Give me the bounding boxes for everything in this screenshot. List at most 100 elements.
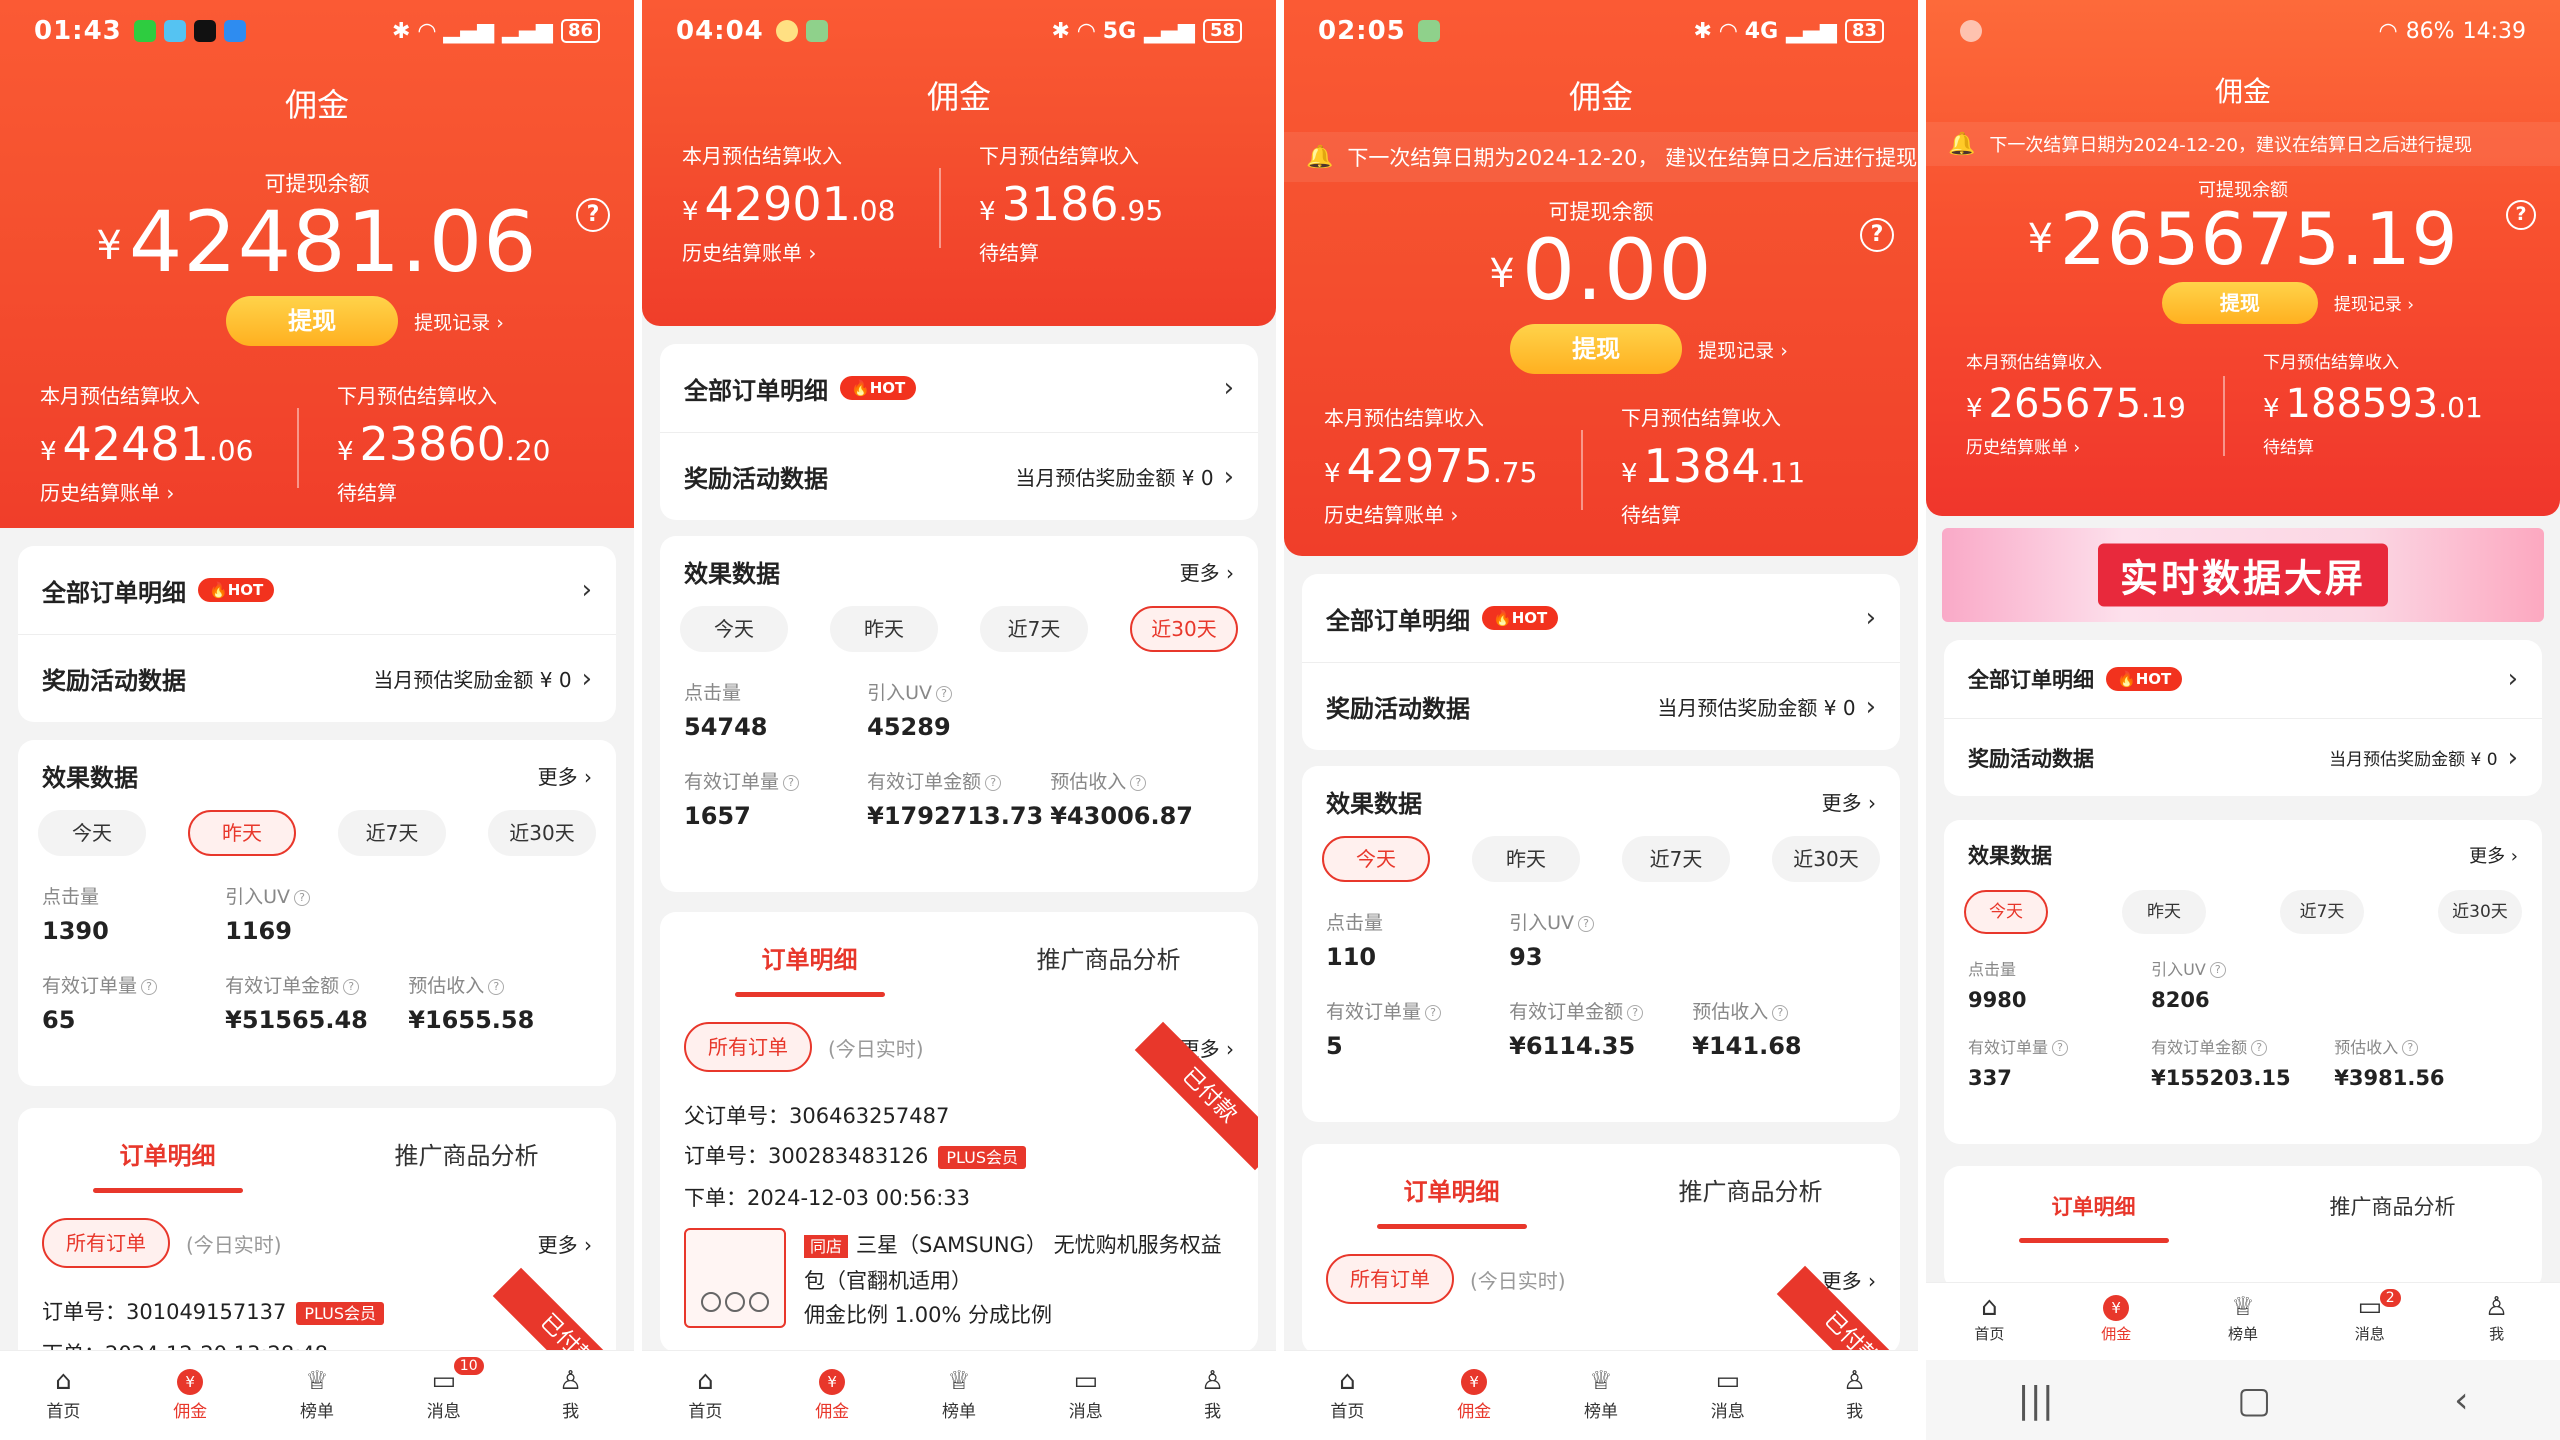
bell-icon: 🔔 bbox=[1948, 131, 1976, 157]
nav-me[interactable]: ♙ 我 bbox=[1149, 1351, 1276, 1440]
pill-today[interactable]: 今天 bbox=[1964, 890, 2048, 934]
nav-ranking[interactable]: ♕ 榜单 bbox=[254, 1351, 381, 1440]
signal-icon: 5G bbox=[1102, 18, 1137, 44]
nav-ranking[interactable]: ♕ 榜单 bbox=[1538, 1351, 1665, 1440]
all-orders-row[interactable]: 全部订单明细 🔥HOT › bbox=[660, 344, 1258, 432]
more-link[interactable]: 更多 › bbox=[1822, 1265, 1876, 1294]
home-circle-icon[interactable]: ▢ bbox=[2237, 1380, 2271, 1421]
tab-product-analysis[interactable]: 推广商品分析 bbox=[959, 940, 1258, 975]
pill-today[interactable]: 今天 bbox=[1322, 836, 1430, 882]
nav-me[interactable]: ♙ 我 bbox=[1791, 1351, 1918, 1440]
pill-7days[interactable]: 近7天 bbox=[338, 810, 446, 856]
nav-commission[interactable]: ¥ 佣金 bbox=[127, 1351, 254, 1440]
history-bill-link[interactable]: 历史结算账单 › bbox=[1966, 433, 2223, 458]
order-item[interactable]: 已付款 父订单号：306463257487 订单号：300283483126 PL… bbox=[660, 1021, 1258, 1218]
pill-30days[interactable]: 近30天 bbox=[2438, 890, 2522, 934]
nav-home[interactable]: ⌂ 首页 bbox=[642, 1351, 769, 1440]
metric-label: 引入UV? bbox=[2151, 956, 2334, 980]
tab-order-detail[interactable]: 订单明细 bbox=[18, 1136, 317, 1171]
reward-row[interactable]: 奖励活动数据 当月预估奖励金额 ¥ 0 › bbox=[660, 432, 1258, 520]
tab-order-detail[interactable]: 订单明细 bbox=[1944, 1191, 2243, 1221]
signal-icon: ▂▄▆ bbox=[1144, 18, 1195, 44]
phone-screen-2: 04:04 ✱ ◠ 5G ▂▄▆ 58 佣金 本月预估结算收入 ¥42901.08 历史… bbox=[642, 0, 1276, 1440]
tab-order-detail[interactable]: 订单明细 bbox=[660, 940, 959, 975]
effect-title: 效果数据 bbox=[42, 763, 138, 792]
next-month-value: ¥23860.20 bbox=[337, 417, 551, 472]
tab-product-analysis[interactable]: 推广商品分析 bbox=[317, 1136, 616, 1171]
product-item[interactable]: 同店 三星（SAMSUNG） 无忧购机服务权益包（官翻机适用） 佣金比例 1.00%… bbox=[660, 1218, 1258, 1342]
recent-apps-icon[interactable]: ||| bbox=[2018, 1380, 2054, 1421]
this-month-value: ¥265675.19 bbox=[1966, 380, 2186, 427]
all-orders-filter[interactable]: 所有订单 bbox=[1326, 1254, 1454, 1304]
tab-product-analysis[interactable]: 推广商品分析 bbox=[2243, 1191, 2542, 1221]
nav-commission[interactable]: ¥ 佣金 bbox=[2053, 1283, 2180, 1360]
pill-yesterday[interactable]: 昨天 bbox=[2122, 890, 2206, 934]
withdraw-record-link[interactable]: 提现记录 › bbox=[1698, 336, 1788, 363]
nav-home[interactable]: ⌂ 首页 bbox=[0, 1351, 127, 1440]
nav-home[interactable]: ⌂ 首页 bbox=[1926, 1283, 2053, 1360]
nav-messages[interactable]: ▭ 10 消息 bbox=[380, 1351, 507, 1440]
nav-commission[interactable]: ¥ 佣金 bbox=[769, 1351, 896, 1440]
all-orders-filter[interactable]: 所有订单 bbox=[684, 1022, 812, 1072]
withdraw-button[interactable]: 提现 bbox=[1510, 324, 1683, 375]
nav-me[interactable]: ♙ 我 bbox=[507, 1351, 634, 1440]
metric-amount: ¥1792713.73 bbox=[867, 802, 1044, 830]
history-bill-link[interactable]: 历史结算账单 › bbox=[682, 237, 939, 266]
pill-30days[interactable]: 近30天 bbox=[1772, 836, 1880, 882]
nav-messages[interactable]: ▭ 2 消息 bbox=[2306, 1283, 2433, 1360]
history-bill-link[interactable]: 历史结算账单 › bbox=[1324, 499, 1581, 528]
all-orders-row[interactable]: 全部订单明细 🔥HOT › bbox=[1944, 640, 2542, 718]
pill-yesterday[interactable]: 昨天 bbox=[188, 810, 296, 856]
pill-7days[interactable]: 近7天 bbox=[1622, 836, 1730, 882]
withdraw-record-link[interactable]: 提现记录 › bbox=[414, 308, 504, 335]
nav-messages[interactable]: ▭ 消息 bbox=[1664, 1351, 1791, 1440]
history-bill-link[interactable]: 历史结算账单 › bbox=[40, 477, 297, 506]
more-link[interactable]: 更多 › bbox=[538, 761, 592, 790]
realtime-dashboard-banner[interactable]: 实时数据大屏 bbox=[1942, 528, 2544, 622]
info-icon: ? bbox=[2052, 1040, 2069, 1056]
reward-row[interactable]: 奖励活动数据 当月预估奖励金额 ¥ 0 › bbox=[1944, 718, 2542, 796]
all-orders-row[interactable]: 全部订单明细 🔥HOT › bbox=[1302, 574, 1900, 662]
all-orders-row[interactable]: 全部订单明细 🔥HOT › bbox=[18, 546, 616, 634]
pill-30days[interactable]: 近30天 bbox=[1130, 606, 1238, 652]
status-bar: 04:04 ✱ ◠ 5G ▂▄▆ 58 bbox=[642, 0, 1276, 62]
pill-yesterday[interactable]: 昨天 bbox=[1472, 836, 1580, 882]
withdraw-button[interactable]: 提现 bbox=[2161, 281, 2318, 324]
order-detail-card: 订单明细 推广商品分析 所有订单 (今日实时) 更多 › 已付款 父订单号：30646… bbox=[660, 912, 1258, 1352]
info-icon: ? bbox=[2251, 1040, 2268, 1056]
pill-7days[interactable]: 近7天 bbox=[980, 606, 1088, 652]
more-link[interactable]: 更多 › bbox=[1822, 787, 1876, 816]
pill-30days[interactable]: 近30天 bbox=[488, 810, 596, 856]
pill-7days[interactable]: 近7天 bbox=[2280, 890, 2364, 934]
metric-orders: 5 bbox=[1326, 1032, 1343, 1060]
nav-commission[interactable]: ¥ 佣金 bbox=[1411, 1351, 1538, 1440]
reward-row[interactable]: 奖励活动数据 当月预估奖励金额 ¥ 0 › bbox=[1302, 662, 1900, 750]
pending-label: 待结算 bbox=[337, 481, 397, 506]
nav-me[interactable]: ♙ 我 bbox=[2433, 1283, 2560, 1360]
nav-ranking[interactable]: ♕ 榜单 bbox=[896, 1351, 1023, 1440]
reward-row[interactable]: 奖励活动数据 当月预估奖励金额 ¥ 0 › bbox=[18, 634, 616, 722]
withdraw-button[interactable]: 提现 bbox=[226, 296, 399, 347]
help-icon[interactable]: ? bbox=[576, 198, 610, 232]
more-link[interactable]: 更多 › bbox=[1180, 557, 1234, 586]
withdraw-record-link[interactable]: 提现记录 › bbox=[2334, 290, 2414, 315]
tab-order-detail[interactable]: 订单明细 bbox=[1302, 1172, 1601, 1207]
tab-product-analysis[interactable]: 推广商品分析 bbox=[1601, 1172, 1900, 1207]
pill-today[interactable]: 今天 bbox=[38, 810, 146, 856]
help-icon[interactable]: ? bbox=[1860, 218, 1894, 252]
nav-messages[interactable]: ▭ 消息 bbox=[1022, 1351, 1149, 1440]
nav-home[interactable]: ⌂ 首页 bbox=[1284, 1351, 1411, 1440]
info-icon: ? bbox=[141, 979, 158, 995]
pill-today[interactable]: 今天 bbox=[680, 606, 788, 652]
pill-yesterday[interactable]: 昨天 bbox=[830, 606, 938, 652]
all-orders-filter[interactable]: 所有订单 bbox=[42, 1218, 170, 1268]
period-tabs: 今天 昨天 近7天 近30天 bbox=[1944, 890, 2542, 934]
more-link[interactable]: 更多 › bbox=[538, 1229, 592, 1258]
metric-income: ¥43006.87 bbox=[1050, 802, 1193, 830]
realtime-label: (今日实时) bbox=[828, 1036, 924, 1061]
metric-income: ¥3981.56 bbox=[2334, 1066, 2445, 1090]
more-link[interactable]: 更多 › bbox=[2469, 842, 2518, 868]
back-icon[interactable]: ‹ bbox=[2454, 1380, 2468, 1421]
help-icon[interactable]: ? bbox=[2506, 200, 2536, 230]
nav-ranking[interactable]: ♕ 榜单 bbox=[2180, 1283, 2307, 1360]
